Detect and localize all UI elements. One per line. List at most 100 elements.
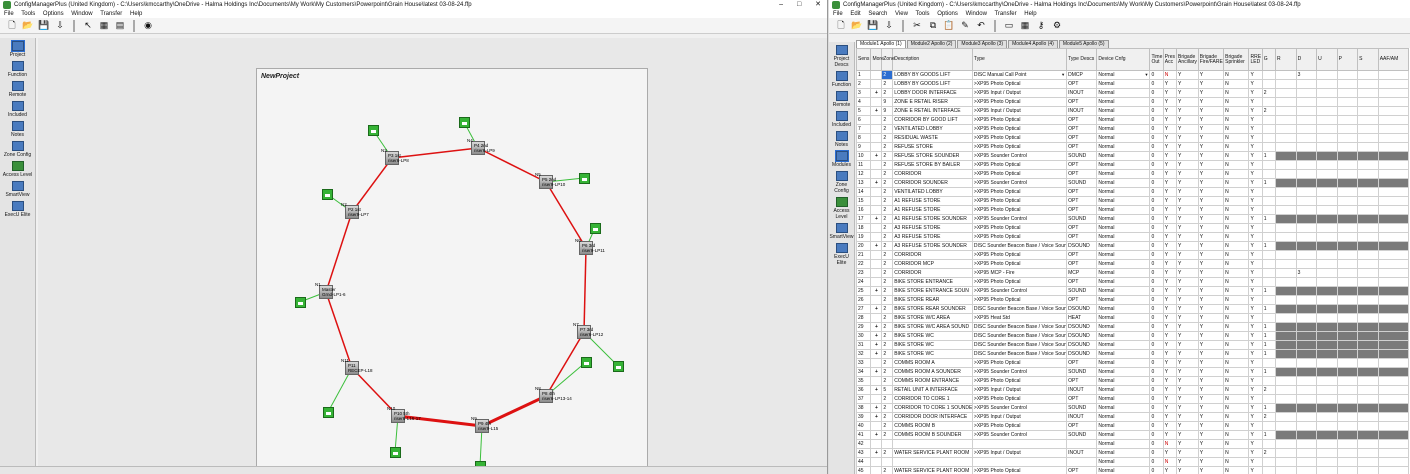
table-cell[interactable]: N xyxy=(1223,106,1250,116)
table-cell[interactable]: Normal xyxy=(1096,394,1151,404)
table-cell[interactable]: Y xyxy=(1197,313,1225,323)
table-cell[interactable]: Normal xyxy=(1096,403,1151,413)
repeater-device-icon[interactable] xyxy=(613,361,624,372)
table-cell[interactable]: 30 xyxy=(856,331,872,341)
table-row[interactable]: 43 +2 WATER SERVICE PLANT ROOM >XP95 Input … xyxy=(856,448,1410,458)
table-cell[interactable] xyxy=(1377,178,1410,188)
repeater-device-icon[interactable] xyxy=(579,173,590,184)
table-cell[interactable] xyxy=(1377,412,1410,422)
table-cell[interactable] xyxy=(1336,151,1359,161)
table-cell[interactable]: Y xyxy=(1162,196,1178,206)
table-cell[interactable] xyxy=(1336,160,1359,170)
table-cell[interactable]: Y xyxy=(1248,286,1263,296)
table-cell[interactable]: 0 xyxy=(1149,448,1164,458)
table-cell[interactable]: LOBBY BY GOODS LIFT xyxy=(892,70,973,80)
table-cell[interactable]: N xyxy=(1223,412,1250,422)
table-cell[interactable] xyxy=(1336,223,1359,233)
table-cell[interactable]: Y xyxy=(1162,205,1178,215)
table-cell[interactable]: 17 xyxy=(856,214,872,224)
table-cell[interactable] xyxy=(1261,70,1277,80)
table-cell[interactable]: VENTILATED LOBBY xyxy=(892,187,973,197)
table-cell[interactable] xyxy=(1357,439,1379,449)
table-cell[interactable]: Y xyxy=(1162,241,1178,251)
table-cell[interactable] xyxy=(1316,106,1338,116)
table-cell[interactable]: 38 xyxy=(856,403,872,413)
table-cell[interactable]: A3 REFUSE STORE xyxy=(892,223,973,233)
table-cell[interactable]: CORRIDOR SOUNDER xyxy=(892,178,973,188)
table-cell[interactable] xyxy=(1275,205,1297,215)
column-header[interactable]: Pres Acc xyxy=(1162,48,1178,71)
table-cell[interactable]: OPT xyxy=(1066,259,1098,269)
table-cell[interactable]: + xyxy=(870,88,883,98)
table-cell[interactable]: 0 xyxy=(1149,457,1164,467)
pointer-icon[interactable]: ↖ xyxy=(82,20,94,32)
table-cell[interactable] xyxy=(1336,232,1359,242)
table-cell[interactable]: >XP95 Photo Optical xyxy=(971,277,1068,287)
table-cell[interactable] xyxy=(1295,286,1318,296)
table-cell[interactable]: Y xyxy=(1176,412,1199,422)
table-cell[interactable]: Y xyxy=(1248,79,1263,89)
table-cell[interactable]: 45 xyxy=(856,466,872,474)
table-cell[interactable] xyxy=(1357,70,1379,80)
table-cell[interactable] xyxy=(1377,349,1410,359)
table-cell[interactable]: Normal xyxy=(1096,349,1151,359)
table-cell[interactable]: DISC Sounder Beacon Base / Voice Sounder xyxy=(971,349,1068,359)
table-cell[interactable]: Y xyxy=(1197,277,1225,287)
table-cell[interactable]: Y xyxy=(1162,430,1178,440)
table-cell[interactable]: 0 xyxy=(1149,259,1164,269)
table-cell[interactable]: Y xyxy=(1176,169,1199,179)
table-cell[interactable] xyxy=(1261,187,1277,197)
table-cell[interactable]: 37 xyxy=(856,394,872,404)
table-row[interactable]: 9 2 REFUSE STORE >XP95 Photo Optical OPT Norm… xyxy=(856,142,1410,152)
table-cell[interactable] xyxy=(1336,466,1359,474)
table-cell[interactable]: 2 xyxy=(881,250,894,260)
sidebar-item-access-level[interactable]: Access Level xyxy=(0,161,35,178)
column-header[interactable]: Description xyxy=(892,48,973,71)
table-cell[interactable]: + xyxy=(870,178,883,188)
column-header[interactable]: G xyxy=(1261,48,1277,71)
table-cell[interactable] xyxy=(1336,385,1359,395)
table-cell[interactable] xyxy=(1295,448,1318,458)
table-cell[interactable]: >XP95 Sounder Control xyxy=(971,151,1068,161)
table-cell[interactable]: >XP95 Sounder Control xyxy=(971,367,1068,377)
table-cell[interactable]: 0 xyxy=(1149,331,1164,341)
table-cell[interactable]: 2 xyxy=(881,421,894,431)
table-cell[interactable] xyxy=(881,457,894,467)
column-header[interactable]: D xyxy=(1295,48,1318,71)
table-cell[interactable]: Y xyxy=(1248,241,1263,251)
table-cell[interactable]: >XP95 Photo Optical xyxy=(971,169,1068,179)
table-cell[interactable]: N xyxy=(1223,286,1250,296)
table-cell[interactable] xyxy=(1377,295,1410,305)
table-cell[interactable]: N xyxy=(1223,295,1250,305)
table-cell[interactable]: Normal xyxy=(1096,412,1151,422)
cut-icon[interactable]: ✂ xyxy=(911,20,923,32)
table-cell[interactable]: Y xyxy=(1176,277,1199,287)
table-cell[interactable]: Y xyxy=(1162,268,1178,278)
table-cell[interactable]: 2 xyxy=(881,160,894,170)
table-cell[interactable]: 0 xyxy=(1149,295,1164,305)
table-cell[interactable] xyxy=(1377,169,1410,179)
table-cell[interactable]: >XP95 Photo Optical xyxy=(971,187,1068,197)
table-cell[interactable]: 3 xyxy=(1295,268,1318,278)
table-cell[interactable] xyxy=(1316,196,1338,206)
table-cell[interactable]: Normal xyxy=(1096,205,1151,215)
table-cell[interactable] xyxy=(1316,367,1338,377)
table-cell[interactable]: Y xyxy=(1162,313,1178,323)
table-cell[interactable] xyxy=(1275,241,1297,251)
table-cell[interactable]: 0 xyxy=(1149,142,1164,152)
table-cell[interactable]: + xyxy=(870,106,883,116)
table-cell[interactable] xyxy=(1357,106,1379,116)
table-cell[interactable]: Y xyxy=(1176,187,1199,197)
table-cell[interactable]: 0 xyxy=(1149,97,1164,107)
table-cell[interactable]: Y xyxy=(1162,286,1178,296)
table-cell[interactable]: >XP95 Input / Output xyxy=(971,106,1068,116)
table-cell[interactable]: Y xyxy=(1197,124,1225,134)
table-cell[interactable]: Y xyxy=(1248,97,1263,107)
table-cell[interactable]: MCP xyxy=(1066,268,1098,278)
table-cell[interactable] xyxy=(870,259,883,269)
table-cell[interactable]: 2 xyxy=(881,331,894,341)
table-cell[interactable]: 0 xyxy=(1149,115,1164,125)
table-cell[interactable]: INOUT xyxy=(1066,88,1098,98)
table-cell[interactable]: 2 xyxy=(881,277,894,287)
table-cell[interactable] xyxy=(1275,106,1297,116)
